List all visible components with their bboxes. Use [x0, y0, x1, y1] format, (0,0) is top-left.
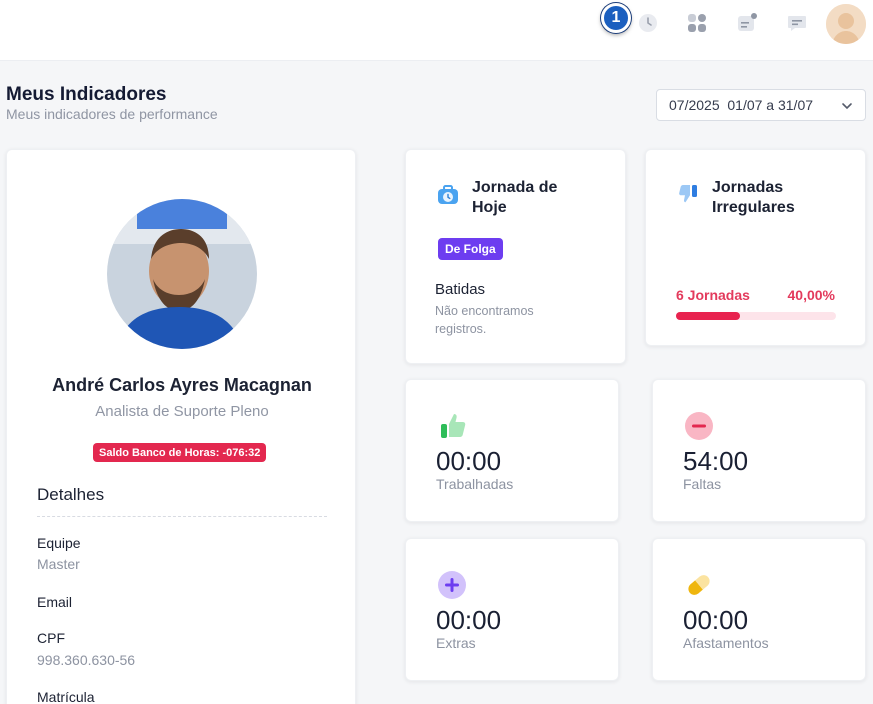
- detail-label-equipe: Equipe: [37, 535, 81, 551]
- user-avatar[interactable]: [826, 4, 866, 44]
- saldo-badge: Saldo Banco de Horas: -076:32: [93, 443, 267, 462]
- detail-value-equipe: Master: [37, 556, 80, 572]
- minus-circle-icon: [683, 410, 715, 442]
- briefcase-clock-icon: [436, 183, 460, 212]
- jornada-hoje-title: Jornada de Hoje: [472, 179, 558, 216]
- detail-label-email: Email: [37, 594, 73, 610]
- profile-photo: [107, 199, 257, 349]
- afastamentos-value: 00:00: [683, 605, 749, 635]
- afastamentos-label: Afastamentos: [683, 635, 769, 651]
- detail-label-cpf: CPF: [37, 630, 65, 646]
- trabalhadas-value: 00:00: [436, 446, 502, 476]
- chevron-down-icon: [841, 99, 853, 115]
- pill-icon: [683, 569, 715, 601]
- faltas-value: 54:00: [683, 446, 749, 476]
- apps-grid-icon[interactable]: [684, 10, 710, 36]
- page-title: Meus Indicadores: [6, 84, 167, 105]
- afastamentos-card: 00:00 Afastamentos: [652, 538, 866, 681]
- details-title: Detalhes: [37, 485, 105, 504]
- extras-value: 00:00: [436, 605, 502, 635]
- plus-circle-icon: [436, 569, 468, 601]
- jornadas-irregulares-card: Jornadas Irregulares 6 Jornadas 40,00%: [645, 149, 866, 346]
- faltas-label: Faltas: [683, 476, 722, 492]
- thumbs-down-icon: [677, 183, 701, 212]
- top-bar: 1: [0, 0, 873, 61]
- details-divider: [37, 516, 327, 517]
- jornada-hoje-card: Jornada de Hoje De Folga Batidas Não enc…: [405, 149, 626, 364]
- detail-value-cpf: 998.360.630-56: [37, 652, 136, 668]
- step-badge: 1: [601, 3, 631, 33]
- clock-icon[interactable]: [635, 10, 661, 36]
- faltas-card: 54:00 Faltas: [652, 379, 866, 522]
- profile-name: André Carlos Ayres Macagnan: [52, 375, 312, 395]
- profile-card: André Carlos Ayres Macagnan Analista de …: [6, 149, 356, 704]
- chat-icon[interactable]: [784, 10, 810, 36]
- thumbs-up-icon: [436, 410, 468, 442]
- irregular-progress-bar: [676, 312, 836, 320]
- period-select[interactable]: 07/2025 01/07 a 31/07: [656, 89, 866, 121]
- detail-label-matricula: Matrícula: [37, 689, 95, 704]
- status-badge: De Folga: [438, 238, 503, 260]
- batidas-title: Batidas: [435, 281, 486, 298]
- page-subtitle: Meus indicadores de performance: [6, 106, 218, 122]
- irregular-progress-fill: [676, 312, 740, 320]
- trabalhadas-card: 00:00 Trabalhadas: [405, 379, 619, 522]
- extras-label: Extras: [436, 635, 476, 651]
- extras-card: 00:00 Extras: [405, 538, 619, 681]
- profile-role: Analista de Suporte Pleno: [95, 403, 269, 420]
- trabalhadas-label: Trabalhadas: [436, 476, 514, 492]
- batidas-text: Não encontramos registros.: [435, 304, 534, 336]
- inbox-notification-icon[interactable]: [734, 10, 760, 36]
- irregular-percent: 40,00%: [787, 287, 835, 303]
- jornadas-irregulares-title: Jornadas Irregulares: [712, 179, 795, 216]
- irregular-count: 6 Jornadas: [676, 287, 750, 303]
- period-value: 07/2025 01/07 a 31/07: [669, 97, 814, 113]
